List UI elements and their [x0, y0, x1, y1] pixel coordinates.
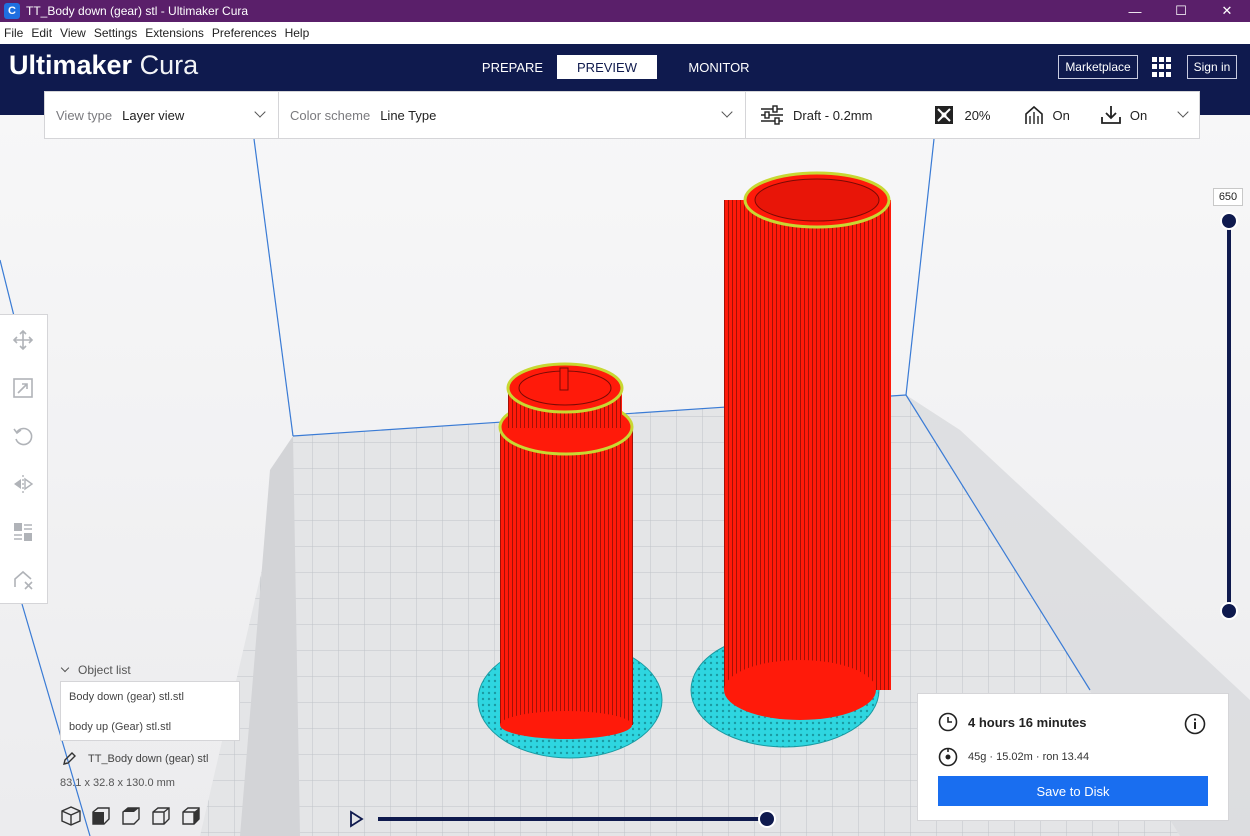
spool-icon — [938, 747, 958, 767]
infill-icon — [935, 106, 954, 124]
tab-monitor[interactable]: MONITOR — [659, 55, 779, 79]
tab-preview[interactable]: PREVIEW — [557, 55, 657, 79]
maximize-button[interactable]: ☐ — [1158, 0, 1204, 22]
minimize-button[interactable]: — — [1112, 0, 1158, 22]
selected-object-name: TT_Body down (gear) stl — [88, 753, 209, 765]
settings-sliders-icon — [761, 105, 783, 125]
cura-app-icon: C — [4, 3, 20, 19]
save-to-disk-button[interactable]: Save to Disk — [938, 776, 1208, 806]
front-view-icon[interactable] — [90, 805, 112, 827]
color-scheme-label: Color scheme — [290, 107, 371, 123]
chevron-down-icon — [721, 106, 733, 118]
object-list-title: Object list — [78, 663, 131, 677]
selected-object[interactable]: TT_Body down (gear) stl — [62, 752, 208, 766]
list-item[interactable]: body up (Gear) stl.stl — [61, 712, 239, 742]
menu-view[interactable]: View — [56, 26, 90, 40]
sign-in-button[interactable]: Sign in — [1187, 55, 1237, 79]
print-info-panel: 4 hours 16 minutes 45g · 15.02m · ron 13… — [917, 693, 1229, 821]
brand-name-bold: Ultimaker — [9, 50, 133, 80]
material-usage-value: 45g · 15.02m · ron 13.44 — [968, 751, 1090, 763]
clock-icon — [938, 712, 958, 732]
grid-icon[interactable] — [1152, 57, 1172, 77]
divider — [278, 92, 279, 138]
chevron-down-icon — [254, 106, 266, 118]
support-blocker-icon[interactable] — [12, 569, 34, 591]
view-type-dropdown[interactable]: View type Layer view — [56, 92, 278, 138]
info-icon[interactable] — [1184, 713, 1206, 735]
infill-value: 20% — [964, 107, 991, 123]
view-type-value: Layer view — [122, 107, 185, 123]
profile-value: Draft - 0.2mm — [793, 107, 873, 123]
divider — [745, 92, 746, 138]
adhesion-icon — [1100, 106, 1121, 124]
layer-number-field[interactable]: 650 — [1213, 188, 1243, 206]
move-icon[interactable] — [12, 329, 34, 351]
tab-prepare[interactable]: PREPARE — [470, 55, 555, 79]
menu-help[interactable]: Help — [281, 26, 314, 40]
layer-slider-lower-handle[interactable] — [1220, 602, 1238, 620]
object-list-toggle[interactable]: Object list — [60, 663, 131, 677]
print-time-row: 4 hours 16 minutes — [938, 712, 1086, 732]
support-value: On — [1052, 107, 1070, 123]
view-settings-toolbar: View type Layer view Color scheme Line T… — [44, 91, 1200, 139]
title-bar: C TT_Body down (gear) stl - Ultimaker Cu… — [0, 0, 1250, 22]
layer-slider-track[interactable] — [1227, 222, 1231, 612]
per-model-settings-icon[interactable] — [12, 521, 34, 543]
close-button[interactable]: ✕ — [1204, 0, 1250, 22]
stage-tabs: PREPARE PREVIEW MONITOR — [470, 55, 781, 79]
scale-icon[interactable] — [12, 377, 34, 399]
rotate-icon[interactable] — [12, 425, 34, 447]
object-list: Body down (gear) stl.stl body up (Gear) … — [60, 681, 240, 741]
menu-extensions[interactable]: Extensions — [141, 26, 208, 40]
play-icon[interactable] — [346, 809, 366, 829]
path-slider-handle[interactable] — [758, 810, 776, 828]
menu-edit[interactable]: Edit — [27, 26, 56, 40]
path-slider-track[interactable] — [378, 817, 768, 821]
adhesion-value: On — [1129, 107, 1148, 123]
mirror-icon[interactable] — [12, 473, 34, 495]
list-item[interactable]: Body down (gear) stl.stl — [61, 682, 239, 712]
3d-view-icon[interactable] — [60, 805, 82, 827]
object-dimensions: 83.1 x 32.8 x 130.0 mm — [60, 777, 175, 789]
chevron-down-icon — [60, 663, 70, 673]
menu-bar: File Edit View Settings Extensions Prefe… — [0, 22, 1250, 44]
menu-settings[interactable]: Settings — [90, 26, 141, 40]
view-type-label: View type — [56, 107, 113, 123]
window-title: TT_Body down (gear) stl - Ultimaker Cura — [26, 4, 249, 18]
menu-file[interactable]: File — [0, 26, 27, 40]
left-view-icon[interactable] — [150, 805, 172, 827]
support-icon — [1024, 105, 1043, 124]
material-row: 45g · 15.02m · ron 13.44 — [938, 747, 1089, 767]
print-settings-summary[interactable]: Draft - 0.2mm 20% On On — [759, 92, 1199, 138]
layer-slider-upper-handle[interactable] — [1220, 212, 1238, 230]
print-time-value: 4 hours 16 minutes — [968, 714, 1087, 730]
color-scheme-dropdown[interactable]: Color scheme Line Type — [290, 92, 745, 138]
brand-logo: Ultimaker Cura — [9, 50, 198, 81]
marketplace-button[interactable]: Marketplace — [1058, 55, 1138, 79]
pencil-icon — [63, 752, 76, 765]
top-view-icon[interactable] — [120, 805, 142, 827]
right-view-icon[interactable] — [180, 805, 202, 827]
menu-preferences[interactable]: Preferences — [208, 26, 281, 40]
chevron-down-icon — [1177, 106, 1189, 118]
color-scheme-value: Line Type — [380, 107, 437, 123]
transform-tools-panel — [0, 314, 48, 604]
brand-name-light: Cura — [139, 50, 199, 80]
camera-view-buttons — [60, 805, 202, 827]
